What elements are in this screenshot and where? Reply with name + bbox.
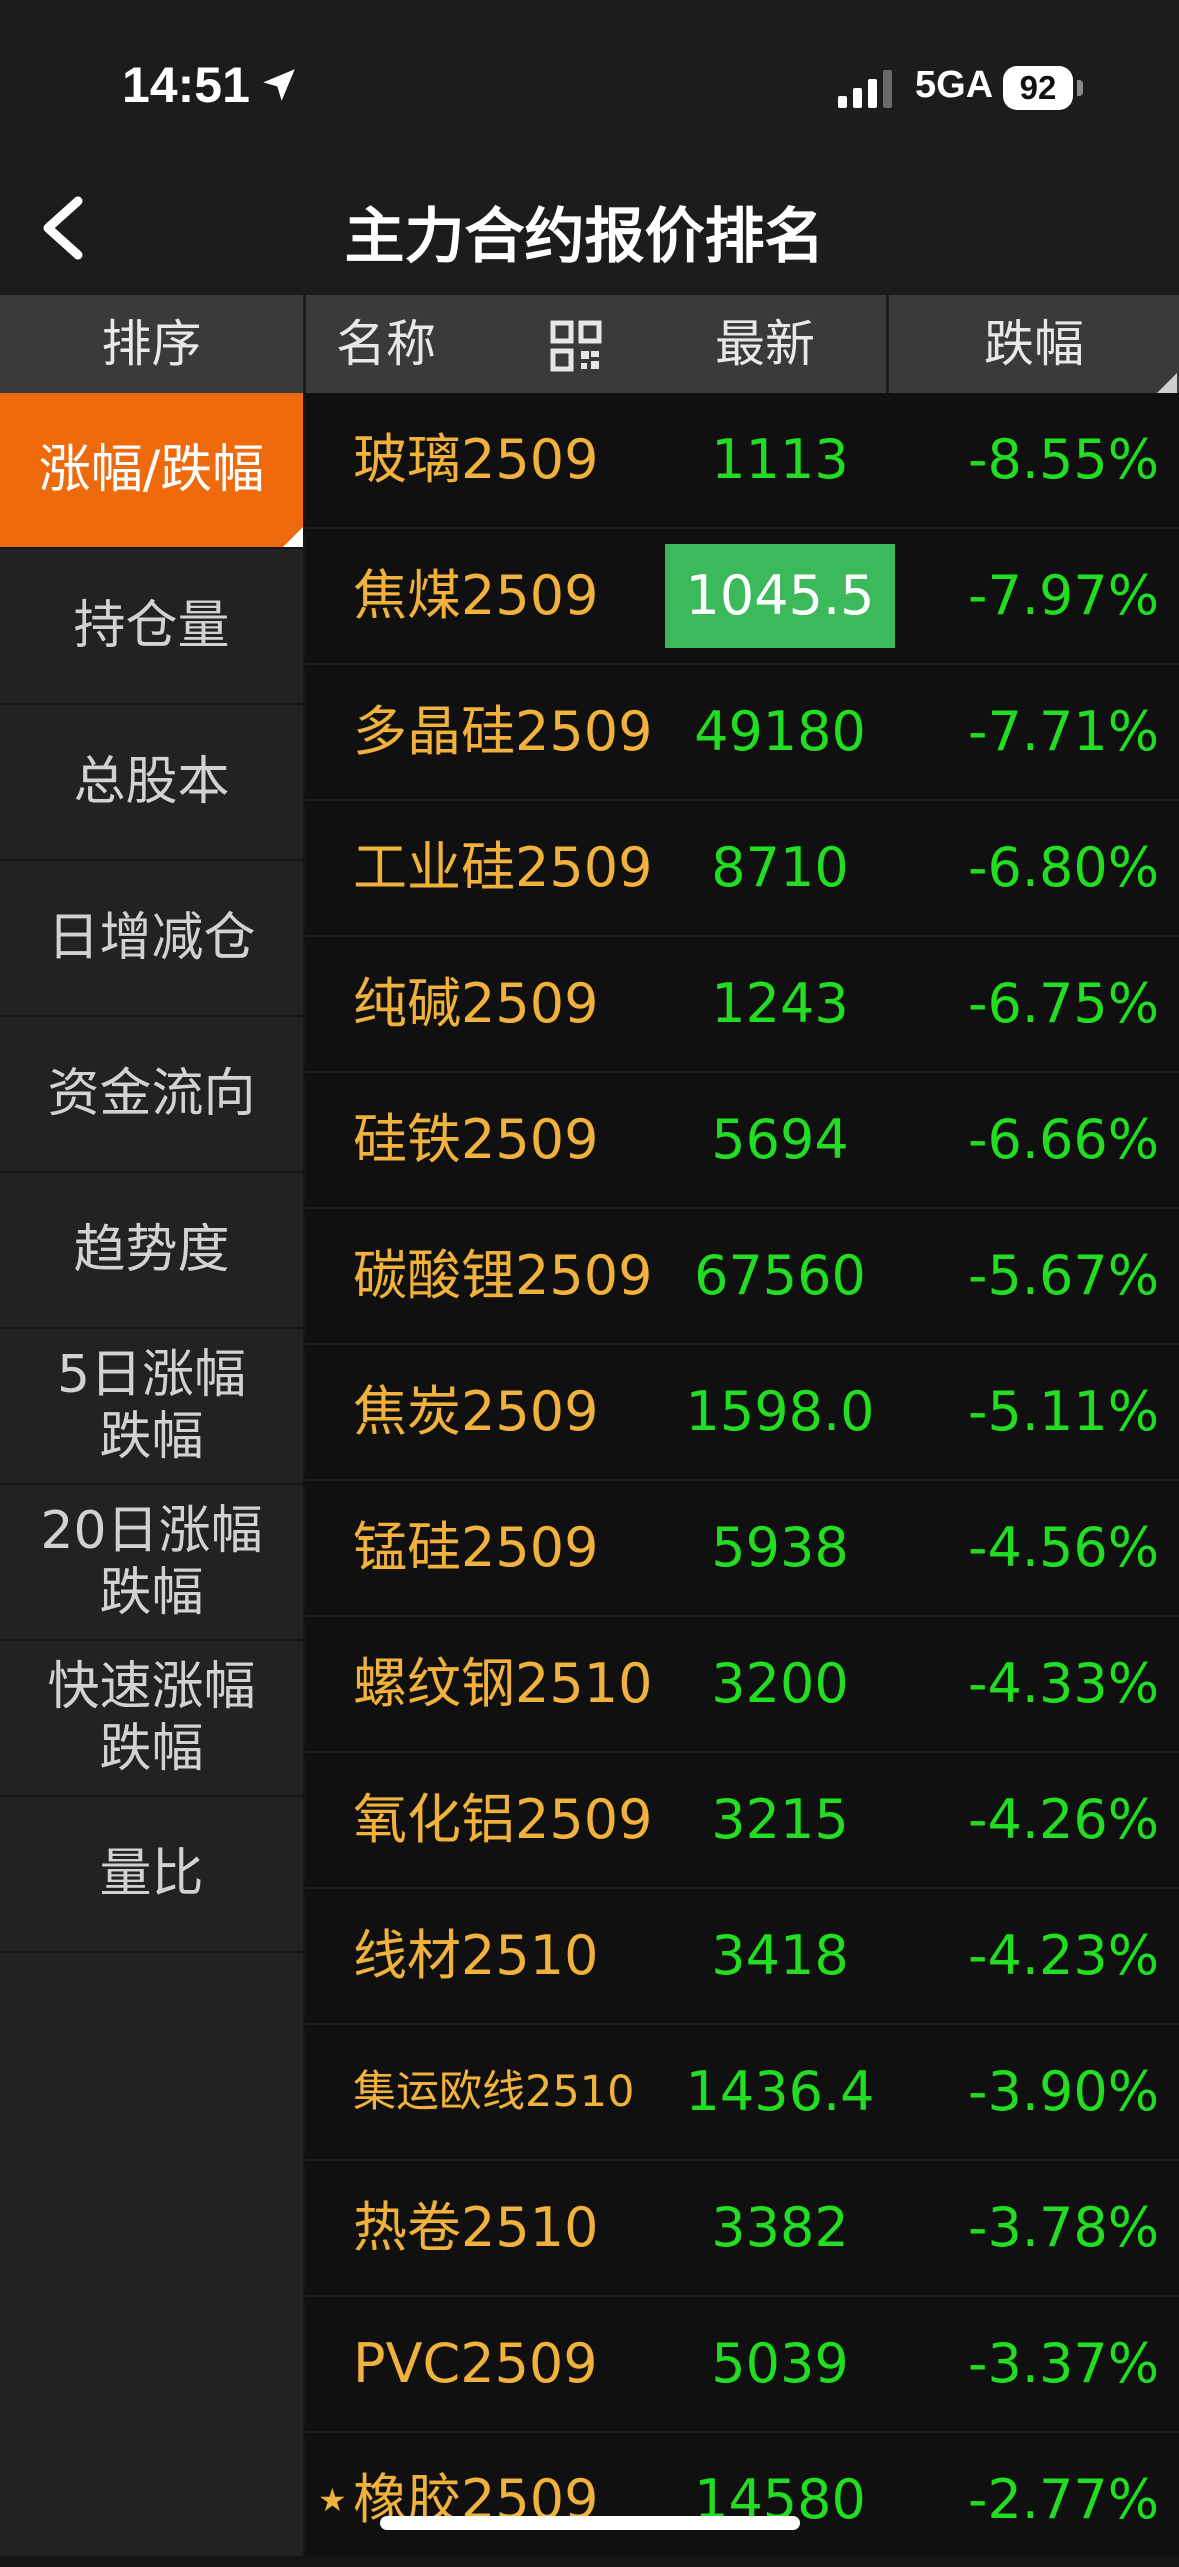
header-latest[interactable]: 最新 (670, 295, 860, 393)
change-percent: -3.90% (967, 2060, 1159, 2123)
sidebar-item-fund-flow[interactable]: 资金流向 (0, 1017, 303, 1173)
table-row[interactable]: 纯碱2509 1243 -6.75% (305, 937, 1179, 1073)
table-row[interactable]: 硅铁2509 5694 -6.66% (305, 1073, 1179, 1209)
signal-bars-icon (838, 70, 892, 108)
battery-level: 92 (1003, 66, 1073, 110)
change-percent: -5.67% (967, 1244, 1159, 1307)
contract-name: 螺纹钢2510 (353, 1652, 653, 1715)
table-row[interactable]: 焦炭2509 1598.0 -5.11% (305, 1345, 1179, 1481)
contract-name: 线材2510 (353, 1924, 599, 1987)
latest-price: 49180 (694, 700, 866, 763)
latest-price: 5039 (711, 2332, 849, 2395)
change-percent: -4.23% (967, 1924, 1159, 1987)
network-type: 5GA (915, 64, 994, 106)
page-title: 主力合约报价排名 (344, 202, 825, 272)
latest-price: 1598.0 (685, 1380, 875, 1443)
active-sort-corner-icon (283, 527, 303, 547)
sort-indicator-icon (1157, 373, 1177, 393)
sidebar-item-open-interest[interactable]: 持仓量 (0, 549, 303, 705)
change-percent: -6.75% (967, 972, 1159, 1035)
latest-price: 3382 (711, 2196, 849, 2259)
table-row[interactable]: 工业硅2509 8710 -6.80% (305, 801, 1179, 937)
sidebar-item-20day-change[interactable]: 20日涨幅 跌幅 (0, 1485, 303, 1641)
header-sort: 排序 (101, 315, 202, 373)
latest-price: 5694 (711, 1108, 849, 1171)
contract-name: PVC2509 (353, 2332, 598, 2395)
table-row[interactable]: 氧化铝2509 3215 -4.26% (305, 1753, 1179, 1889)
latest-price: 8710 (711, 836, 849, 899)
contract-name: 橡胶2509 (353, 2468, 599, 2531)
latest-price: 1436.4 (685, 2060, 875, 2123)
sidebar-item-volume-ratio[interactable]: 量比 (0, 1797, 303, 1953)
contract-name: 玻璃2509 (353, 428, 599, 491)
sidebar-item-daily-position-change[interactable]: 日增减仓 (0, 861, 303, 1017)
location-arrow-icon (263, 69, 295, 101)
change-percent: -5.11% (967, 1380, 1159, 1443)
table-row[interactable]: ★ 橡胶2509 14580 -2.77% (305, 2433, 1179, 2567)
change-percent: -6.66% (967, 1108, 1159, 1171)
contract-name: 热卷2510 (353, 2196, 599, 2259)
sort-sidebar: 涨幅/跌幅 持仓量 总股本 日增减仓 资金流向 趋势度 5日涨幅 跌幅 20日涨… (0, 393, 303, 2556)
latest-price: 14580 (694, 2468, 866, 2531)
latest-price: 1045.5 (665, 544, 895, 648)
latest-price-highlight: 1045.5 (665, 529, 895, 663)
contract-name: 氧化铝2509 (353, 1788, 653, 1851)
status-time: 14:51 (122, 57, 250, 113)
contract-name: 焦炭2509 (353, 1380, 599, 1443)
home-indicator[interactable] (380, 2516, 800, 2530)
table-row[interactable]: 焦煤2509 1045.5 -7.97% (305, 529, 1179, 665)
quote-table: 玻璃2509 1113 -8.55% 焦煤2509 1045.5 -7.97% … (305, 393, 1179, 2556)
change-percent: -3.78% (967, 2196, 1159, 2259)
qr-code-icon[interactable] (550, 320, 602, 372)
table-row[interactable]: 热卷2510 3382 -3.78% (305, 2161, 1179, 2297)
change-percent: -7.97% (967, 564, 1159, 627)
header-change[interactable]: 跌幅 (890, 295, 1178, 393)
latest-price: 5938 (711, 1516, 849, 1579)
latest-price: 3418 (711, 1924, 849, 1987)
table-row[interactable]: 玻璃2509 1113 -8.55% (305, 393, 1179, 529)
change-percent: -4.56% (967, 1516, 1159, 1579)
latest-price: 3215 (711, 1788, 849, 1851)
sidebar-item-5day-change[interactable]: 5日涨幅 跌幅 (0, 1329, 303, 1485)
contract-name: 工业硅2509 (353, 836, 653, 899)
header-divider (303, 295, 306, 393)
star-icon: ★ (318, 2481, 347, 2519)
table-row[interactable]: 螺纹钢2510 3200 -4.33% (305, 1617, 1179, 1753)
latest-price: 3200 (711, 1652, 849, 1715)
table-row[interactable]: 多晶硅2509 49180 -7.71% (305, 665, 1179, 801)
sidebar-item-trend[interactable]: 趋势度 (0, 1173, 303, 1329)
battery-cap (1077, 80, 1083, 96)
sidebar-item-change[interactable]: 涨幅/跌幅 (0, 393, 303, 549)
header-divider (886, 295, 889, 393)
contract-name: 纯碱2509 (353, 972, 599, 1035)
table-row[interactable]: PVC2509 5039 -3.37% (305, 2297, 1179, 2433)
change-percent: -7.71% (967, 700, 1159, 763)
latest-price: 67560 (694, 1244, 866, 1307)
table-row[interactable]: 锰硅2509 5938 -4.56% (305, 1481, 1179, 1617)
sidebar-item-fast-change[interactable]: 快速涨幅 跌幅 (0, 1641, 303, 1797)
contract-name: 硅铁2509 (353, 1108, 599, 1171)
change-percent: -3.37% (967, 2332, 1159, 2395)
change-percent: -2.77% (967, 2468, 1159, 2531)
contract-name: 焦煤2509 (353, 564, 599, 627)
latest-price: 1243 (711, 972, 849, 1035)
change-percent: -4.33% (967, 1652, 1159, 1715)
change-percent: -8.55% (967, 428, 1159, 491)
contract-name: 集运欧线2510 (353, 2067, 635, 2117)
contract-name: 多晶硅2509 (353, 700, 653, 763)
sidebar-item-total-shares[interactable]: 总股本 (0, 705, 303, 861)
header-name[interactable]: 名称 (336, 295, 436, 393)
contract-name: 碳酸锂2509 (353, 1244, 653, 1307)
contract-name: 锰硅2509 (353, 1516, 599, 1579)
table-row[interactable]: 集运欧线2510 1436.4 -3.90% (305, 2025, 1179, 2161)
latest-price: 1113 (711, 428, 849, 491)
table-row[interactable]: 线材2510 3418 -4.23% (305, 1889, 1179, 2025)
change-percent: -6.80% (967, 836, 1159, 899)
table-row[interactable]: 碳酸锂2509 67560 -5.67% (305, 1209, 1179, 1345)
change-percent: -4.26% (967, 1788, 1159, 1851)
